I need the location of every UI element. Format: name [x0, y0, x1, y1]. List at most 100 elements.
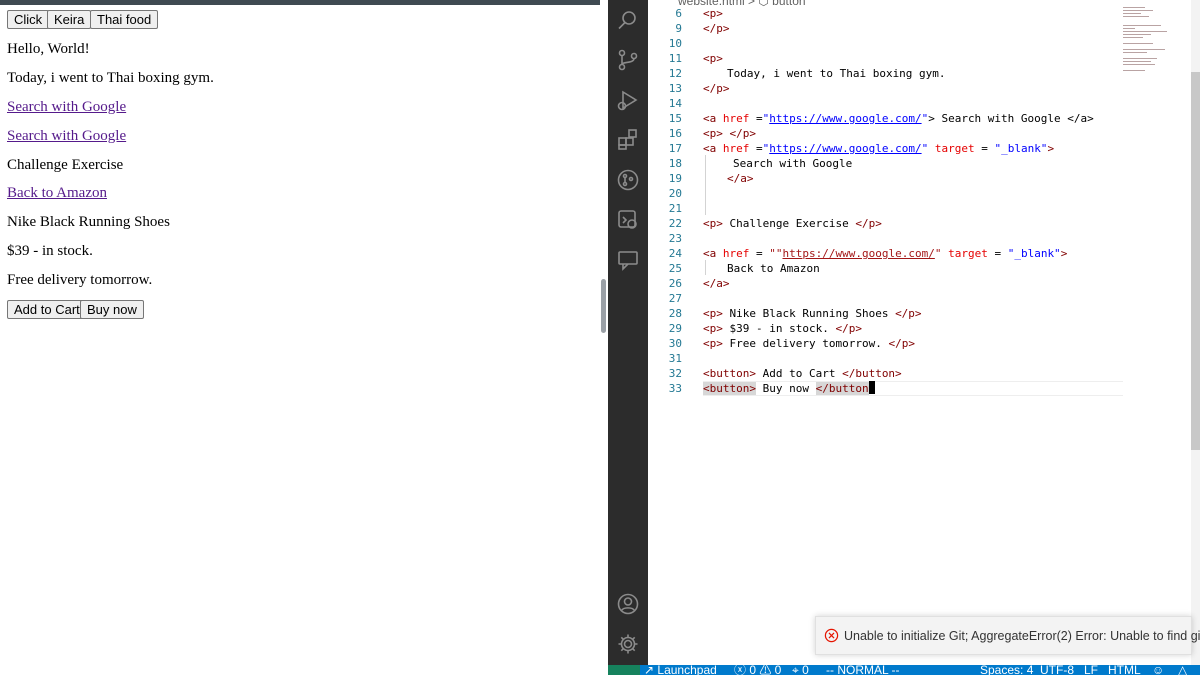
line-number: 19 — [668, 172, 682, 185]
code-token: href — [722, 112, 750, 125]
breadcrumb[interactable]: website.html > ⬡ button — [678, 0, 806, 8]
line-number: 18 — [668, 157, 682, 170]
line-number: 27 — [668, 292, 682, 305]
code-token: </p> — [855, 217, 882, 230]
code-token: Search with Google — [733, 157, 853, 170]
code-token: > Search with Google </a> — [928, 112, 1094, 125]
indent-guide — [705, 155, 706, 185]
code-token: Add to Cart — [755, 367, 843, 380]
line-number: 17 — [668, 142, 682, 155]
ports-item[interactable]: ⌖ 0 — [792, 665, 809, 675]
code-token: href — [722, 142, 750, 155]
code-token: <p> — [703, 7, 723, 20]
code-token: <p> — [703, 337, 723, 350]
code-token: </p> — [703, 82, 730, 95]
code-token: <a — [703, 142, 723, 155]
code-token: <button> — [703, 382, 756, 395]
code-token: "_blank" — [1007, 247, 1061, 260]
back-to-amazon-link[interactable]: Back to Amazon — [7, 185, 107, 202]
code-token: <p> — [703, 217, 723, 230]
comments-icon[interactable] — [616, 248, 640, 272]
search-google-link-1[interactable]: Search with Google — [7, 99, 126, 116]
accounts-icon[interactable] — [616, 592, 640, 616]
code-token: <a — [703, 112, 723, 125]
copilot-icon[interactable]: ☺ — [1152, 665, 1164, 675]
code-token: = — [749, 142, 763, 155]
code-token: </a> — [703, 277, 730, 290]
window-top-strip — [0, 0, 600, 5]
remote-indicator[interactable] — [608, 665, 640, 675]
indentation-item[interactable]: Spaces: 4 — [980, 665, 1033, 675]
launchpad-item[interactable]: ↗ Launchpad — [644, 665, 717, 675]
code-token: </p> — [835, 322, 862, 335]
code-token: <button> — [703, 367, 756, 380]
thai-food-button[interactable]: Thai food — [90, 10, 159, 29]
text-cursor — [868, 381, 875, 394]
remote-explorer-icon[interactable] — [616, 208, 640, 232]
click-button[interactable]: Click — [7, 10, 50, 29]
minimap[interactable] — [1123, 5, 1183, 75]
code-token: <p> — [703, 307, 723, 320]
code-token: = — [749, 247, 770, 260]
code-token: target — [934, 142, 975, 155]
line-number: 9 — [675, 22, 682, 35]
line-number: 25 — [668, 262, 682, 275]
search-icon[interactable] — [616, 8, 640, 32]
code-token: </p> — [895, 307, 922, 320]
code-token: Nike Black Running Shoes — [722, 307, 896, 320]
source-control-icon[interactable] — [616, 48, 640, 72]
product-price: $39 - in stock. — [7, 243, 93, 259]
buy-now-button[interactable]: Buy now — [80, 300, 144, 319]
browser-preview: Click Keira Thai food Hello, World! Toda… — [0, 0, 600, 675]
launchpad-label: Launchpad — [657, 665, 717, 675]
git-graph-icon[interactable] — [616, 168, 640, 192]
code-token: </button — [815, 382, 869, 395]
line-number: 10 — [668, 37, 682, 50]
error-icon — [824, 628, 839, 643]
add-to-cart-button[interactable]: Add to Cart — [7, 300, 87, 319]
code-url-link[interactable]: https://www.google.com/ — [783, 247, 935, 260]
encoding-item[interactable]: UTF-8 — [1040, 665, 1074, 675]
code-token: href — [722, 247, 750, 260]
code-token: = — [749, 112, 763, 125]
code-token: Back to Amazon — [727, 262, 820, 275]
code-token: $39 - in stock. — [722, 322, 836, 335]
line-number: 21 — [668, 202, 682, 215]
code-token: Challenge Exercise — [722, 217, 856, 230]
code-token: </a> — [727, 172, 754, 185]
line-number: 31 — [668, 352, 682, 365]
eol-item[interactable]: LF — [1084, 665, 1098, 675]
paragraph-boxing: Today, i went to Thai boxing gym. — [7, 70, 214, 86]
code-url-link[interactable]: https://www.google.com/ — [769, 142, 921, 155]
challenge-text: Challenge Exercise — [7, 157, 124, 173]
line-number: 22 — [668, 217, 682, 230]
search-google-link-2[interactable]: Search with Google — [7, 128, 126, 145]
code-token: </p> — [703, 22, 730, 35]
line-number: 30 — [668, 337, 682, 350]
language-mode-item[interactable]: HTML — [1108, 665, 1141, 675]
keira-button[interactable]: Keira — [47, 10, 92, 29]
line-number: 14 — [668, 97, 682, 110]
line-number: 26 — [668, 277, 682, 290]
vertical-scrollbar-thumb[interactable] — [1191, 72, 1200, 450]
code-url-link[interactable]: https://www.google.com/ — [769, 112, 921, 125]
indent-guide — [705, 260, 706, 275]
vim-mode: -- NORMAL -- — [826, 665, 900, 675]
code-token: Buy now — [755, 382, 816, 395]
code-editor[interactable]: website.html > ⬡ button 6 <p> 9 </p> 10 11… — [648, 0, 1200, 665]
code-token: </button> — [842, 367, 902, 380]
product-name: Nike Black Running Shoes — [7, 214, 170, 230]
run-debug-icon[interactable] — [616, 88, 640, 112]
activity-bar — [608, 0, 648, 665]
git-error-notification[interactable]: Unable to initialize Git; AggregateError… — [815, 616, 1200, 655]
hello-text: Hello, World! — [7, 41, 90, 57]
line-number: 32 — [668, 367, 682, 380]
problems-item[interactable]: ⓧ 0 ⚠ 0 — [734, 665, 781, 675]
extensions-icon[interactable] — [616, 128, 640, 152]
split-resize-handle[interactable] — [601, 279, 606, 333]
settings-gear-icon[interactable] — [616, 632, 640, 656]
line-number: 29 — [668, 322, 682, 335]
code-token: " — [934, 247, 942, 260]
status-bar: ↗ Launchpad ⓧ 0 ⚠ 0 ⌖ 0 -- NORMAL -- Spa… — [608, 665, 1200, 675]
notifications-bell-icon[interactable]: △ — [1178, 665, 1187, 675]
